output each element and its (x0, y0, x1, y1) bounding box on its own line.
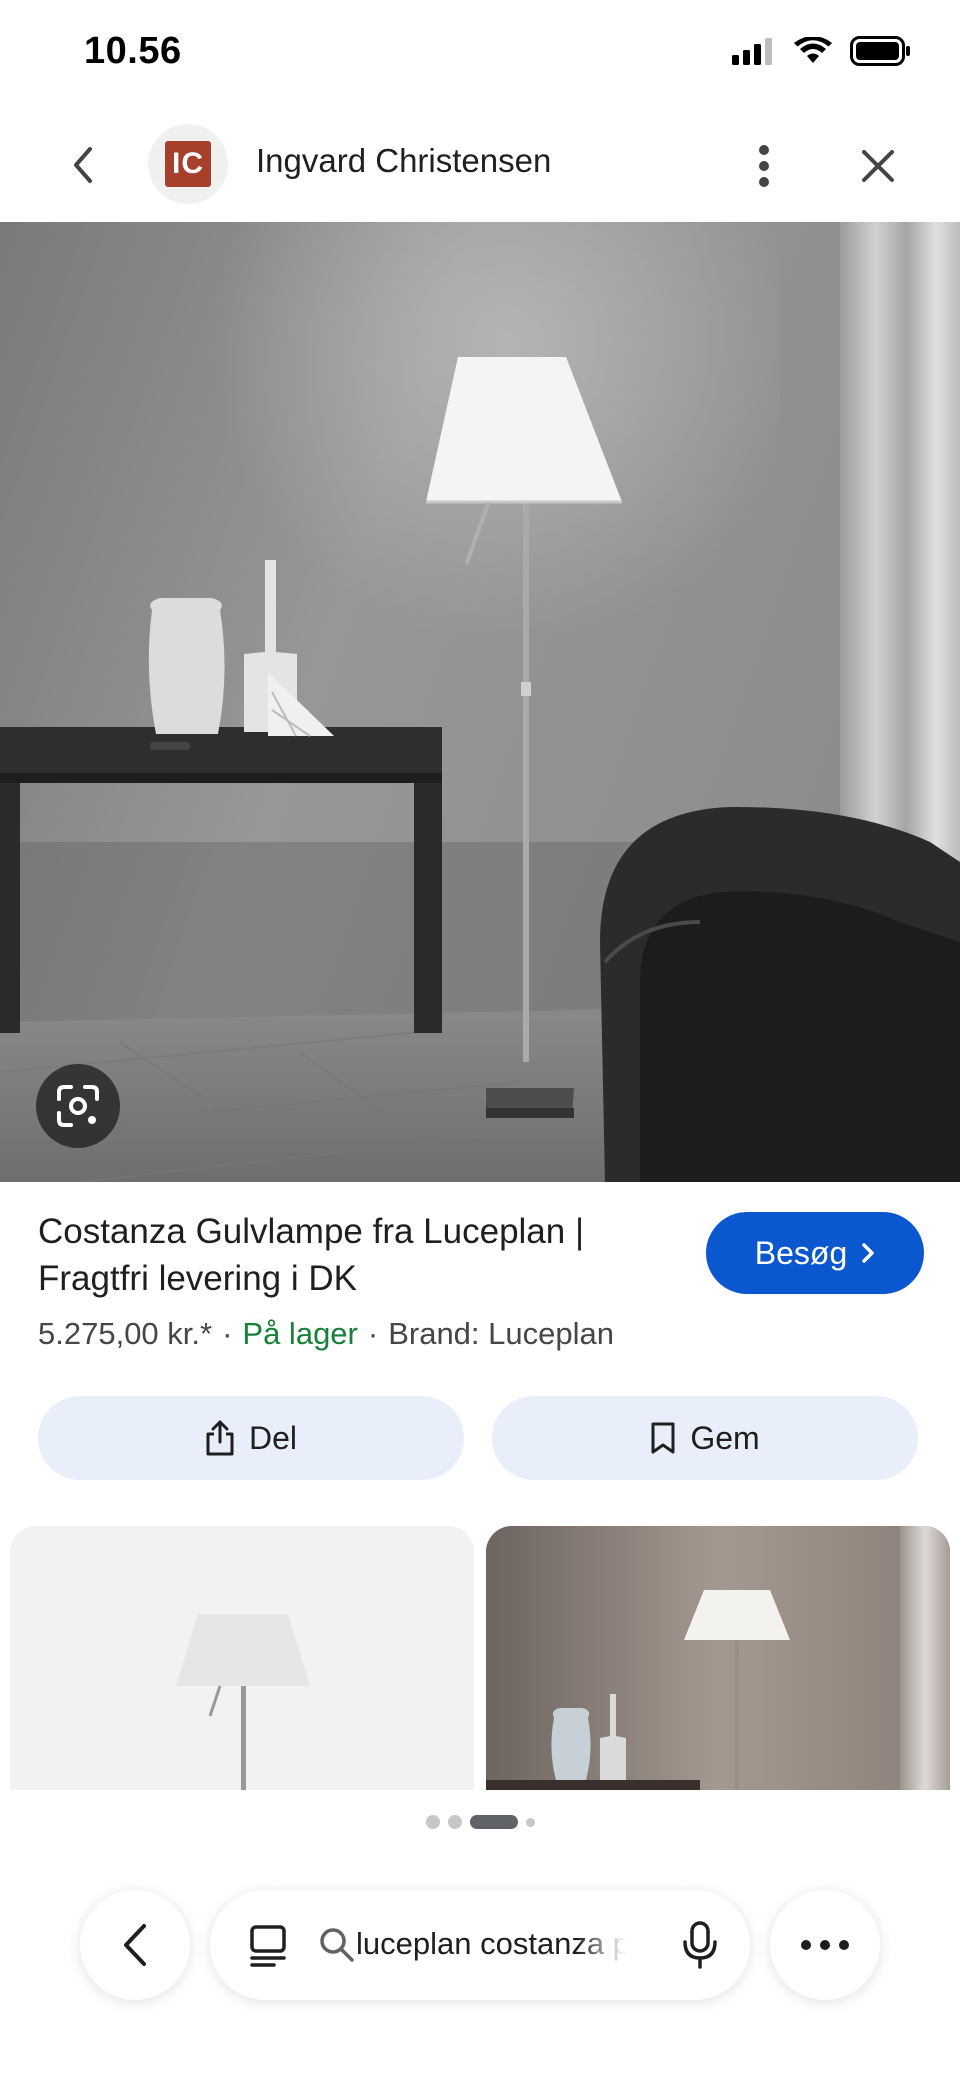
browser-more-button[interactable] (770, 1890, 880, 2000)
status-bar: 10.56 (0, 0, 960, 110)
search-icon (320, 1928, 354, 1962)
lens-icon (57, 1085, 99, 1127)
chevron-right-icon (862, 1243, 874, 1263)
site-logo: IC (165, 141, 211, 187)
related-lamp-image (10, 1526, 474, 1790)
viewer-header: IC Ingvard Christensen (0, 110, 960, 222)
browser-back-button[interactable] (80, 1890, 190, 2000)
status-time: 10.56 (84, 30, 182, 72)
meta-separator: · (222, 1316, 233, 1351)
product-title[interactable]: Costanza Gulvlampe fra Luceplan | Fragtf… (38, 1208, 668, 1302)
wifi-icon (794, 37, 832, 63)
share-icon (206, 1420, 234, 1456)
more-vert-icon (759, 145, 769, 187)
more-horiz-icon (801, 1940, 849, 1950)
battery-icon (850, 36, 910, 66)
pager (0, 1812, 960, 1832)
back-arrow-icon (74, 147, 92, 183)
status-icons (732, 36, 912, 66)
product-photo (0, 222, 960, 1182)
product-image[interactable] (0, 222, 960, 1182)
microphone-icon[interactable] (680, 1920, 720, 1970)
site-favicon[interactable]: IC (148, 124, 228, 204)
close-button[interactable] (850, 138, 906, 194)
lens-search-button[interactable] (36, 1064, 120, 1148)
related-result[interactable] (486, 1526, 950, 1790)
meta-separator: · (367, 1316, 379, 1351)
related-result[interactable] (10, 1526, 474, 1790)
related-room-image (486, 1526, 950, 1790)
close-icon (862, 150, 894, 182)
product-brand: Brand: Luceplan (388, 1316, 614, 1351)
visit-button[interactable]: Besøg (706, 1212, 924, 1294)
share-label: Del (248, 1419, 297, 1456)
back-button[interactable] (58, 140, 108, 190)
site-name[interactable]: Ingvard Christensen (256, 142, 551, 180)
save-label: Gem (690, 1419, 760, 1456)
product-stock: På lager (242, 1316, 358, 1351)
search-query[interactable]: luceplan costanza pris (356, 1926, 626, 1962)
save-button[interactable]: Gem (492, 1396, 918, 1480)
share-button[interactable]: Del (38, 1396, 464, 1480)
product-price: 5.275,00 kr.* (38, 1316, 213, 1351)
more-options-button[interactable] (744, 138, 784, 194)
pager-dot[interactable] (525, 1817, 535, 1827)
pager-dot-active[interactable] (469, 1815, 518, 1829)
visit-button-label: Besøg (754, 1234, 848, 1271)
search-bar[interactable]: luceplan costanza pris (210, 1890, 750, 2000)
product-meta: 5.275,00 kr.* · På lager · Brand: Luceplan (38, 1316, 614, 1352)
pager-dot[interactable] (425, 1815, 440, 1829)
bookmark-icon (651, 1422, 675, 1454)
back-arrow-icon (124, 1924, 146, 1966)
signal-icon (732, 38, 772, 65)
tabs-icon[interactable] (244, 1921, 292, 1969)
pager-dot[interactable] (447, 1815, 462, 1829)
